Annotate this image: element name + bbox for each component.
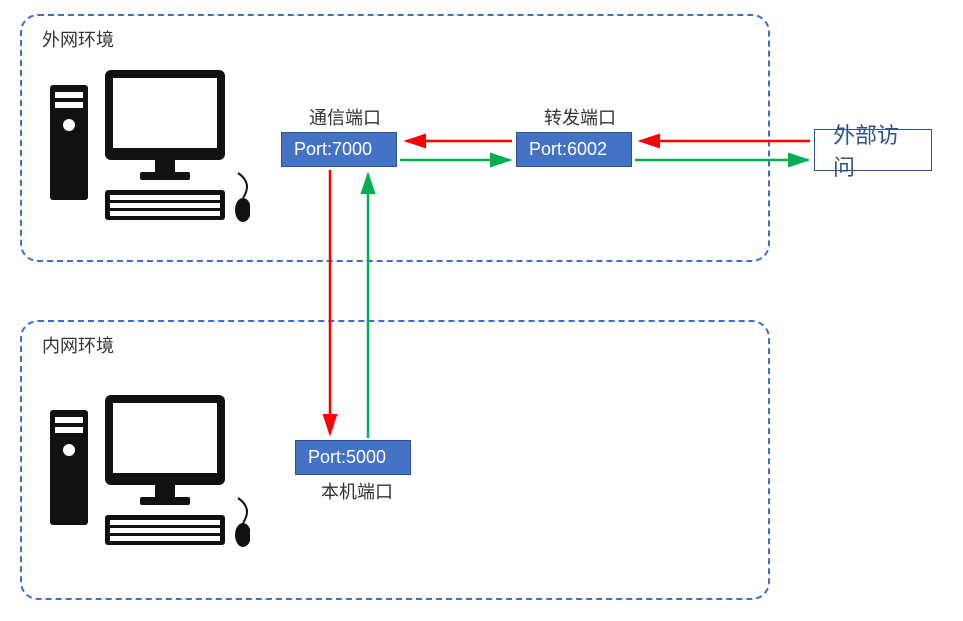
arrows-layer [0, 0, 963, 621]
